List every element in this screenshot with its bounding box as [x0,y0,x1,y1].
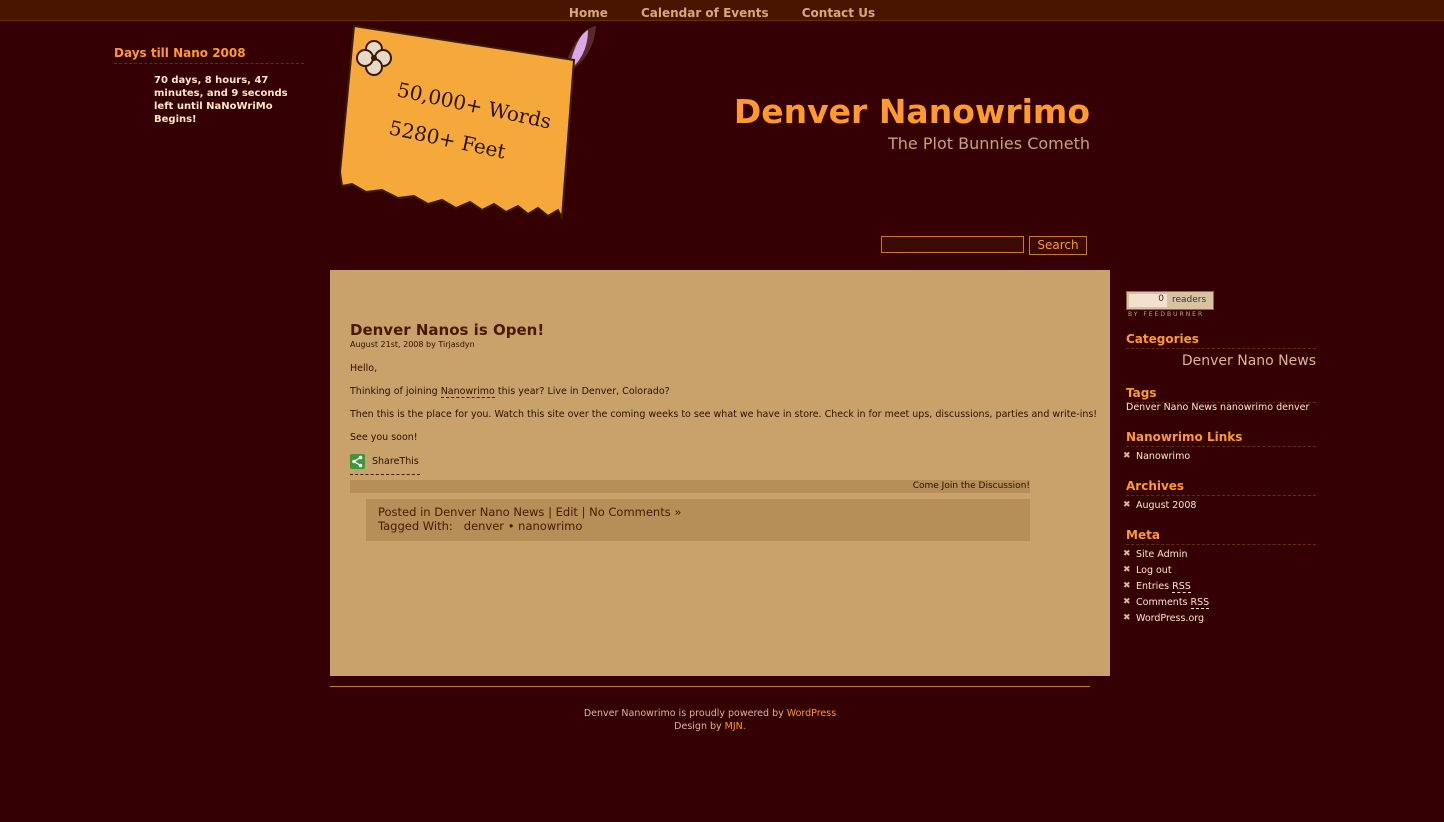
tag-cloud[interactable]: Denver Nano News nanowrimo denver [1126,402,1309,413]
meta-log-out[interactable]: ✖ Log out [1123,565,1172,576]
footer-text: Design by [674,721,725,732]
nav-contact[interactable]: Contact Us [802,6,875,20]
sidebar-link-label: Nanowrimo [1136,451,1191,462]
reader-label: readers [1172,295,1207,305]
archive-link-label: August 2008 [1136,500,1197,511]
post-paragraph: Hello, [350,363,378,374]
meta-wordpress[interactable]: ✖ WordPress.org [1123,613,1205,624]
nav-home[interactable]: Home [569,6,608,20]
meta-label: Entries [1136,581,1170,592]
bullet-icon: ✖ [1123,565,1131,575]
feedburner-by: BY FEEDBURNER [1128,311,1205,318]
meta-heading: Meta [1126,528,1316,545]
footer-line2: Design by MJN. [330,720,1090,733]
separator: | [548,505,552,519]
post-text: this year? Live in Denver, Colorado? [494,386,670,397]
search-button[interactable]: Search [1029,236,1087,255]
tag-separator: • [507,519,515,533]
rss-abbr: RSS [1190,597,1210,609]
separator: | [581,505,586,519]
site-description: The Plot Bunnies Cometh [888,134,1090,153]
meta-label: Log out [1136,565,1172,576]
footer-text: . [742,721,746,732]
category-link[interactable]: Denver Nano News [434,505,544,519]
bullet-icon: ✖ [1123,451,1131,461]
countdown-widget: Days till Nano 2008 70 days, 8 hours, 47… [114,46,304,126]
bullet-icon: ✖ [1123,581,1131,591]
post-category-line: Posted in Denver Nano News | Edit | No C… [378,505,681,519]
site-title[interactable]: Denver Nanowrimo [734,92,1090,131]
meta-label: WordPress.org [1136,613,1205,624]
category-link[interactable]: Denver Nano News [1182,353,1316,369]
footer: Denver Nanowrimo is proudly powered by W… [330,707,1090,733]
posted-in-label: Posted in [378,505,431,519]
share-label: ShareThis [372,456,419,467]
footer-text: Denver Nanowrimo is proudly powered by [583,708,787,719]
share-icon [350,454,365,469]
meta-site-admin[interactable]: ✖ Site Admin [1123,549,1188,560]
links-heading: Nanowrimo Links [1126,430,1316,447]
post-paragraph: Thinking of joining Nanowrimo this year?… [350,386,670,398]
wordpress-link[interactable]: WordPress [787,708,836,719]
nav-calendar[interactable]: Calendar of Events [641,6,769,20]
sharethis-button[interactable]: ShareThis [350,454,420,475]
comments-link[interactable]: No Comments » [589,505,681,519]
bullet-icon: ✖ [1123,597,1131,607]
post-footer: Posted in Denver Nano News | Edit | No C… [366,499,1030,541]
bullet-icon: ✖ [1123,500,1131,510]
top-bar: Home Calendar of Events Contact Us [0,0,1444,21]
bullet-icon: ✖ [1123,549,1131,559]
meta-label: Site Admin [1136,549,1188,560]
meta-entries-rss[interactable]: ✖ Entries RSS [1123,581,1191,593]
tag-link[interactable]: nanowrimo [518,519,582,533]
main-content: Denver Nanos is Open! August 21st, 2008 … [330,270,1110,676]
discussion-link[interactable]: Come Join the Discussion! [350,480,1030,493]
countdown-title: Days till Nano 2008 [114,46,304,64]
mjn-link[interactable]: MJN [725,721,743,732]
tag-link[interactable]: denver [464,519,504,533]
rss-abbr: RSS [1172,581,1191,593]
nanowrimo-link[interactable]: Nanowrimo [440,386,495,398]
post-meta: August 21st, 2008 by Tirjasdyn [350,340,475,349]
feedburner-badge[interactable]: 0 readers [1126,291,1214,310]
meta-label: Comments [1136,597,1188,608]
post-tags-line: Tagged With: denver • nanowrimo [378,519,582,533]
footer-divider [330,686,1090,687]
sign-logo: 50,000+ Words 5280+ Feet [338,24,596,222]
reader-count: 0 [1129,294,1167,307]
archive-link[interactable]: ✖ August 2008 [1123,500,1197,511]
edit-link[interactable]: Edit [556,505,578,519]
bullet-icon: ✖ [1123,613,1131,623]
search-input[interactable] [881,236,1024,253]
meta-comments-rss[interactable]: ✖ Comments RSS [1123,597,1210,609]
tags-heading: Tags [1126,386,1316,403]
footer-line1: Denver Nanowrimo is proudly powered by W… [330,707,1090,720]
tagged-with-label: Tagged With: [378,519,453,533]
post-paragraph: Then this is the place for you. Watch th… [350,409,1098,420]
post-title[interactable]: Denver Nanos is Open! [350,321,544,339]
top-nav: Home Calendar of Events Contact Us [0,2,1444,21]
post-text: Thinking of joining [350,386,441,397]
archives-heading: Archives [1126,479,1316,496]
categories-heading: Categories [1126,332,1316,349]
post-paragraph: See you soon! [350,432,418,443]
sidebar-link[interactable]: ✖ Nanowrimo [1123,451,1191,462]
countdown-text: 70 days, 8 hours, 47 minutes, and 9 seco… [154,75,288,125]
